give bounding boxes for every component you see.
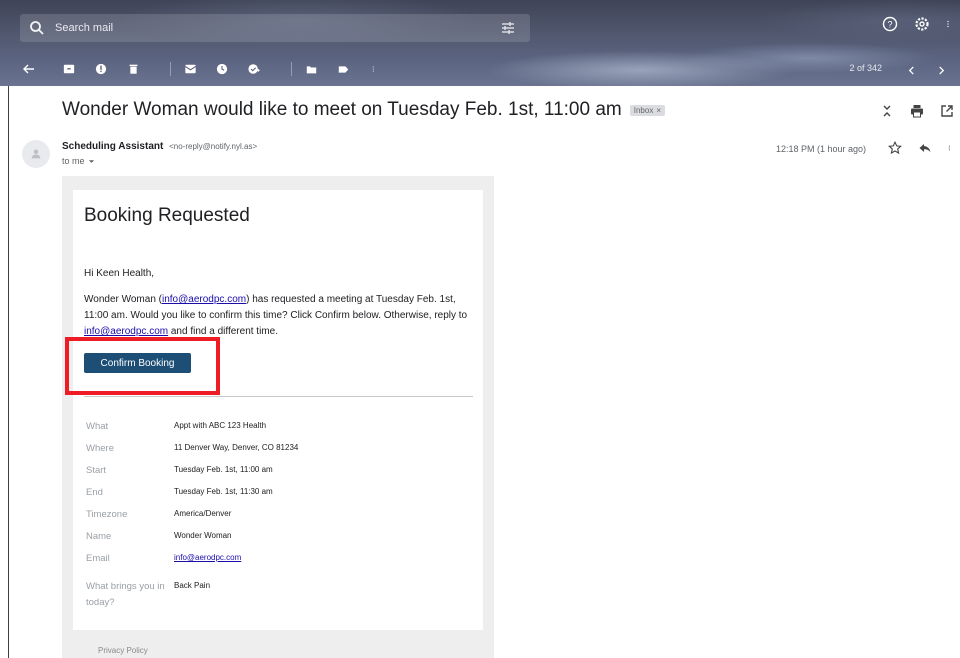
detail-label: Start [86,465,107,476]
search-bar[interactable]: Search mail [20,14,530,42]
archive-icon[interactable] [62,62,76,76]
search-icon[interactable] [29,20,45,36]
expand-collapse-icon[interactable] [880,104,894,118]
message-timestamp: 12:18 PM (1 hour ago) [775,144,866,154]
detail-value: Back Pain [174,581,211,590]
inbox-label-text: Inbox [633,105,654,115]
toolbar-divider [291,62,292,76]
detail-label: Timezone [86,509,128,520]
recipient-text: to me [62,156,85,166]
greeting-text: Hi Keen Health, [84,268,155,279]
detail-label: Where [86,443,114,454]
detail-label: Name [86,531,112,542]
recipient-details[interactable]: to me [62,156,95,166]
pager-count: 2 of 342 [849,63,882,73]
reply-icon[interactable] [918,141,932,155]
email-body-card [73,190,483,630]
detail-label: Email [86,553,110,564]
subject-actions [880,104,954,118]
message-actions [888,141,954,155]
inbox-label-chip[interactable]: Inbox × [629,104,665,116]
print-icon[interactable] [910,104,924,118]
report-spam-icon[interactable] [94,62,108,76]
section-divider [84,396,473,397]
sender-email: <no-reply@notify.nyl.as> [169,142,258,151]
detail-value: Wonder Woman [174,531,232,540]
back-arrow-icon[interactable] [22,62,36,76]
detail-label: What brings you in today? [86,581,165,608]
privacy-policy-link[interactable]: Privacy Policy [98,646,148,655]
body-text-part-3: and find a different time. [168,326,278,337]
more-options-icon[interactable] [948,141,954,155]
subject-text: Wonder Woman would like to meet on Tuesd… [62,99,622,120]
open-in-new-window-icon[interactable] [940,104,954,118]
annotation-highlight-box [65,337,220,395]
snooze-clock-icon[interactable] [215,62,229,76]
booking-title: Booking Requested [84,205,250,226]
sender-name[interactable]: Scheduling Assistant [62,141,163,152]
chevron-right-icon[interactable] [937,62,946,80]
detail-label: What [86,421,109,432]
move-to-folder-icon[interactable] [304,62,318,76]
booking-message: Wonder Woman (info@aerodpc.com) has requ… [84,292,474,340]
label-tag-icon[interactable] [336,62,350,76]
detail-value: Tuesday Feb. 1st, 11:30 am [174,487,273,496]
mark-unread-icon[interactable] [183,62,197,76]
apps-grid-icon[interactable] [946,16,954,32]
organizer-email-link[interactable]: info@aerodpc.com [162,294,246,305]
detail-value: 11 Denver Way, Denver, CO 81234 [174,443,299,452]
detail-value: Tuesday Feb. 1st, 11:00 am [174,465,273,474]
more-vertical-icon[interactable] [368,62,382,76]
gmail-header: Search mail ? 2 of 342 [0,0,960,86]
toolbar-divider [170,62,171,76]
detail-label: End [86,487,103,498]
detail-value: America/Denver [174,509,232,518]
caret-down-icon[interactable] [88,158,95,165]
delete-icon[interactable] [126,62,140,76]
header-actions: ? [882,16,960,32]
detail-value: Appt with ABC 123 Health [174,421,267,430]
detail-email-link[interactable]: info@aerodpc.com [174,553,241,562]
sender-line: Scheduling Assistant <no-reply@notify.ny… [62,141,257,152]
email-subject: Wonder Woman would like to meet on Tuesd… [62,99,665,121]
star-icon[interactable] [888,141,902,155]
remove-label-icon[interactable]: × [656,106,661,115]
search-input[interactable]: Search mail [55,22,113,34]
search-options-icon[interactable] [500,20,516,36]
settings-gear-icon[interactable] [914,16,930,32]
body-text-part-1: Wonder Woman ( [84,294,162,305]
svg-text:?: ? [887,20,892,30]
reply-email-link[interactable]: info@aerodpc.com [84,326,168,337]
add-task-icon[interactable] [247,62,261,76]
chevron-left-icon[interactable] [907,62,916,80]
message-toolbar: 2 of 342 [0,56,960,82]
help-icon[interactable]: ? [882,16,898,32]
nav-edge-divider [8,86,9,658]
sender-avatar[interactable] [22,140,50,168]
person-icon [31,149,41,159]
